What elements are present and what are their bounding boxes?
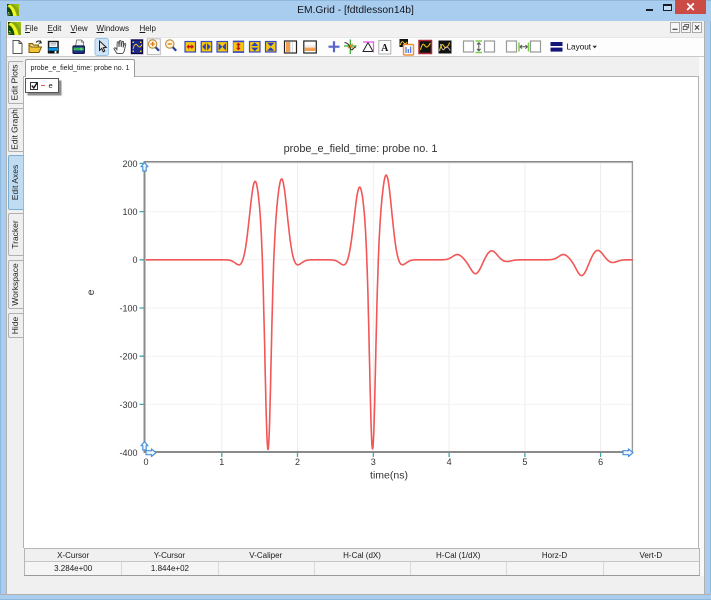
svg-text:e: e xyxy=(85,289,97,295)
svg-text:-400: -400 xyxy=(119,448,137,458)
svg-text:200: 200 xyxy=(122,159,137,169)
svg-text:-100: -100 xyxy=(119,303,137,313)
svg-text:time(ns): time(ns) xyxy=(370,470,408,482)
svg-text:0: 0 xyxy=(132,255,137,265)
svg-text:probe_e_field_time: probe no.: probe_e_field_time: probe no. 1 xyxy=(284,143,438,155)
svg-text:100: 100 xyxy=(122,207,137,217)
svg-text:1: 1 xyxy=(219,457,224,467)
svg-text:3: 3 xyxy=(371,457,376,467)
svg-text:2: 2 xyxy=(295,457,300,467)
svg-text:0: 0 xyxy=(143,457,148,467)
svg-text:4: 4 xyxy=(447,457,452,467)
svg-text:6: 6 xyxy=(598,457,603,467)
svg-text:-200: -200 xyxy=(119,352,137,362)
svg-text:5: 5 xyxy=(522,457,527,467)
svg-text:-300: -300 xyxy=(119,400,137,410)
